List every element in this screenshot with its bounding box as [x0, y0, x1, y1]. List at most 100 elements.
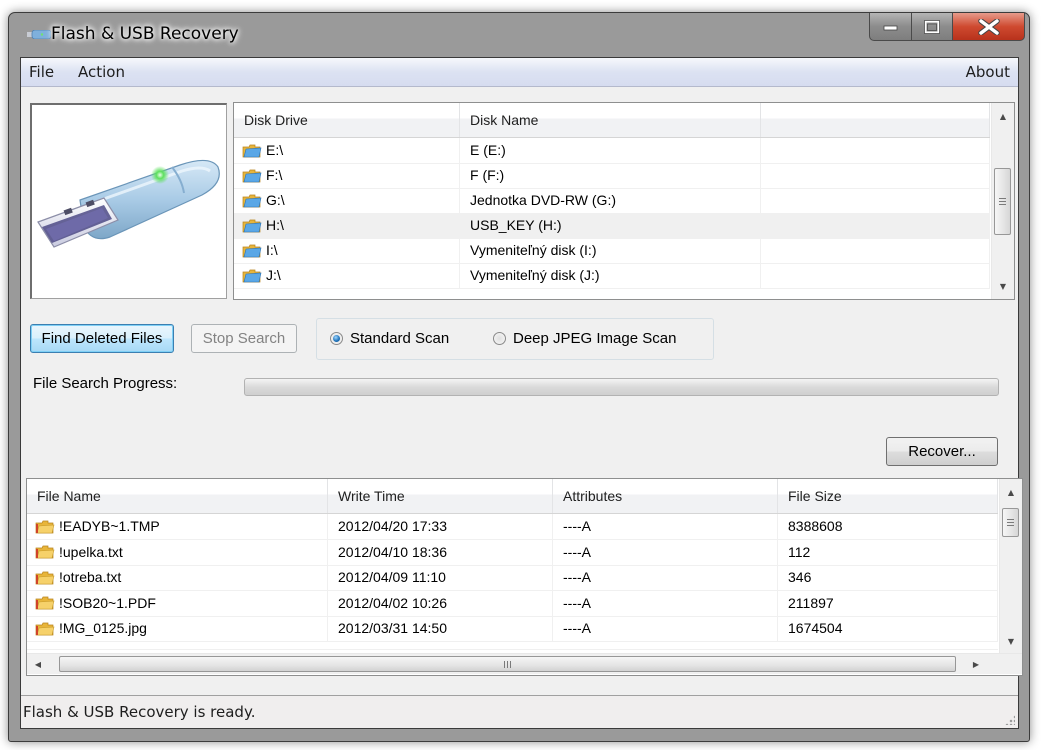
- window-title: Flash & USB Recovery: [51, 24, 239, 44]
- file-list-vscrollbar[interactable]: ▲ ▼: [999, 479, 1022, 654]
- drive-row[interactable]: F:\ F (F:): [234, 163, 990, 189]
- drive-name: F (F:): [460, 163, 761, 188]
- scroll-up-arrow[interactable]: ▲: [992, 107, 1014, 125]
- file-list-hscrollbar[interactable]: ◀ ▶: [27, 653, 1022, 674]
- folder-icon: [35, 571, 55, 584]
- drive-extra: [761, 263, 990, 288]
- folder-icon: [242, 194, 262, 207]
- drive-name: Vymeniteľný disk (I:): [460, 238, 761, 263]
- menu-about[interactable]: About: [966, 63, 1010, 81]
- column-file-size[interactable]: File Size: [778, 479, 998, 513]
- file-write-time: 2012/04/09 11:10: [328, 565, 553, 590]
- drive-letter: I:\: [266, 242, 278, 258]
- drive-extra: [761, 163, 990, 188]
- column-empty[interactable]: [761, 103, 990, 137]
- drive-extra: [761, 188, 990, 213]
- scroll-thumb[interactable]: [1002, 508, 1019, 537]
- resize-grip-icon[interactable]: [1005, 715, 1015, 725]
- drive-name: Jednotka DVD-RW (G:): [460, 188, 761, 213]
- file-attributes: ----A: [553, 539, 778, 565]
- drive-extra: [761, 138, 990, 163]
- radio-label: Standard Scan: [350, 330, 450, 347]
- caption-buttons: [869, 13, 1025, 43]
- folder-icon: [35, 596, 55, 610]
- find-deleted-files-button[interactable]: Find Deleted Files: [30, 324, 174, 353]
- menu-file[interactable]: File: [29, 63, 54, 81]
- usb-image-panel: [30, 103, 227, 299]
- drive-list[interactable]: Disk Drive Disk Name E:\ E (E:) F:\ F (F:) G…: [233, 102, 1015, 300]
- usb-drive-icon: [27, 30, 51, 39]
- column-disk-name[interactable]: Disk Name: [460, 103, 761, 137]
- recover-button[interactable]: Recover...: [886, 437, 998, 466]
- file-row[interactable]: !SOB20~1.PDF 2012/04/02 10:26 ----A 211897: [27, 590, 998, 617]
- drive-row[interactable]: H:\ USB_KEY (H:): [234, 213, 990, 239]
- column-write-time[interactable]: Write Time: [328, 479, 553, 513]
- drive-extra: [761, 238, 990, 263]
- stop-search-button[interactable]: Stop Search: [191, 324, 297, 353]
- file-name: !SOB20~1.PDF: [59, 594, 156, 611]
- scroll-up-arrow[interactable]: ▲: [1000, 483, 1022, 501]
- menu-bar: File Action About: [21, 58, 1018, 87]
- file-list[interactable]: File Name Write Time Attributes File Siz…: [26, 478, 1023, 676]
- status-text: Flash & USB Recovery is ready.: [23, 703, 256, 721]
- drive-list-vscrollbar[interactable]: ▲ ▼: [991, 103, 1014, 299]
- drive-row[interactable]: I:\ Vymeniteľný disk (I:): [234, 238, 990, 264]
- file-name: !upelka.txt: [59, 543, 123, 560]
- search-progress-bar: [244, 378, 999, 396]
- drive-list-header: Disk Drive Disk Name: [234, 103, 990, 138]
- scan-mode-group: Standard Scan Deep JPEG Image Scan: [316, 318, 714, 360]
- drive-row[interactable]: J:\ Vymeniteľný disk (J:): [234, 263, 990, 289]
- usb-flash-drive-icon: [37, 159, 220, 248]
- drive-row[interactable]: E:\ E (E:): [234, 138, 990, 164]
- folder-icon: [35, 545, 55, 559]
- drive-letter: E:\: [266, 142, 284, 158]
- file-write-time: 2012/04/20 17:33: [328, 514, 553, 539]
- radio-checked-icon: [330, 332, 343, 345]
- close-icon: [977, 18, 1000, 35]
- folder-icon: [242, 144, 262, 157]
- file-size: 346: [778, 565, 998, 590]
- scroll-down-arrow[interactable]: ▼: [1000, 632, 1022, 650]
- drive-name: USB_KEY (H:): [460, 213, 761, 238]
- scroll-left-arrow[interactable]: ◀: [29, 655, 47, 673]
- folder-icon: [242, 269, 262, 282]
- file-attributes: ----A: [553, 616, 778, 641]
- file-size: 211897: [778, 590, 998, 616]
- drive-extra: [761, 213, 990, 238]
- drive-row[interactable]: G:\ Jednotka DVD-RW (G:): [234, 188, 990, 214]
- drive-letter: G:\: [266, 192, 285, 208]
- drive-name: E (E:): [460, 138, 761, 163]
- file-name: !otreba.txt: [59, 569, 122, 585]
- maximize-button[interactable]: [912, 13, 953, 41]
- file-attributes: ----A: [553, 514, 778, 539]
- file-attributes: ----A: [553, 565, 778, 590]
- title-bar[interactable]: Flash & USB Recovery: [9, 13, 1029, 57]
- partial-row: [27, 641, 998, 650]
- file-attributes: ----A: [553, 590, 778, 616]
- column-attributes[interactable]: Attributes: [553, 479, 778, 513]
- file-list-header: File Name Write Time Attributes File Siz…: [27, 479, 998, 514]
- scroll-thumb[interactable]: [994, 168, 1011, 235]
- file-write-time: 2012/03/31 14:50: [328, 616, 553, 641]
- file-row[interactable]: !EADYB~1.TMP 2012/04/20 17:33 ----A 8388608: [27, 514, 998, 540]
- scroll-right-arrow[interactable]: ▶: [967, 655, 985, 673]
- radio-deep-jpeg-scan[interactable]: Deep JPEG Image Scan: [493, 330, 676, 347]
- progress-label: File Search Progress:: [33, 375, 178, 392]
- column-disk-drive[interactable]: Disk Drive: [234, 103, 460, 137]
- maximize-icon: [924, 19, 940, 34]
- client-area: File Action About Disk Drive Disk Name E…: [20, 57, 1023, 729]
- close-button[interactable]: [953, 13, 1025, 41]
- folder-icon: [35, 520, 55, 533]
- file-row[interactable]: !upelka.txt 2012/04/10 18:36 ----A 112: [27, 539, 998, 566]
- radio-unchecked-icon: [493, 332, 506, 345]
- scroll-down-arrow[interactable]: ▼: [992, 277, 1014, 295]
- drive-letter: H:\: [266, 217, 284, 233]
- minimize-button[interactable]: [869, 13, 912, 41]
- menu-action[interactable]: Action: [78, 63, 125, 81]
- file-row[interactable]: !otreba.txt 2012/04/09 11:10 ----A 346: [27, 565, 998, 591]
- folder-icon: [242, 219, 262, 232]
- file-row[interactable]: !MG_0125.jpg 2012/03/31 14:50 ----A 1674504: [27, 616, 998, 642]
- hscroll-thumb[interactable]: [59, 656, 956, 672]
- column-file-name[interactable]: File Name: [27, 479, 328, 513]
- radio-standard-scan[interactable]: Standard Scan: [330, 330, 449, 347]
